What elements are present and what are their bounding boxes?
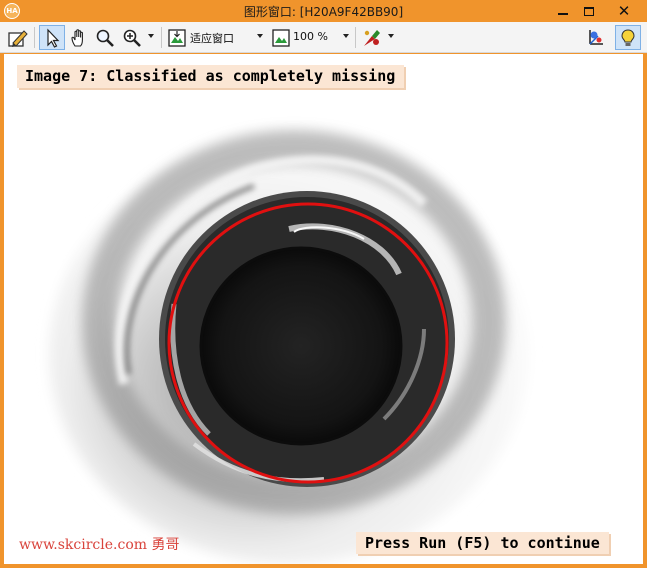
pointer-tool-button[interactable] — [39, 25, 65, 50]
maximize-icon — [584, 6, 594, 16]
toolbar: 适应窗口 100 % — [0, 22, 647, 53]
toolbar-separator — [355, 27, 356, 48]
axes-icon — [589, 29, 603, 45]
title-bar[interactable]: HA 图形窗口: [H20A9F42BB90] ✕ — [0, 0, 647, 22]
magnify-tool-button[interactable] — [93, 25, 117, 50]
minimize-icon — [558, 13, 568, 15]
paint-brush-icon — [364, 29, 380, 46]
cursor-arrow-icon — [47, 28, 60, 48]
zoom-percent-select[interactable]: 100 % — [293, 30, 328, 43]
bottle-image — [4, 54, 643, 564]
image-canvas[interactable]: Image 7: Classified as completely missin… — [4, 54, 643, 564]
graphics-window: HA 图形窗口: [H20A9F42BB90] ✕ 适应窗口 100 % Ima… — [0, 0, 647, 568]
close-button[interactable]: ✕ — [606, 0, 642, 22]
magnifier-icon — [96, 29, 114, 47]
toolbar-separator — [34, 27, 35, 48]
zoom-in-button[interactable] — [120, 25, 144, 50]
fit-window-icon — [168, 28, 186, 47]
zoom-percent-icon-button[interactable] — [270, 25, 292, 50]
maximize-button[interactable] — [574, 0, 604, 22]
edit-tool-button[interactable] — [6, 25, 30, 50]
fit-mode-select[interactable]: 适应窗口 — [190, 30, 234, 46]
toolbar-separator — [161, 27, 162, 48]
hand-icon — [71, 28, 83, 47]
classification-message: Image 7: Classified as completely missin… — [17, 65, 405, 88]
pan-tool-button[interactable] — [67, 25, 91, 50]
inspect-tool-button[interactable] — [615, 25, 641, 50]
zoom-in-icon — [123, 29, 141, 47]
draw-color-button[interactable] — [360, 25, 384, 50]
zoom-dropdown-arrow-icon[interactable] — [148, 34, 154, 38]
fit-window-icon-button[interactable] — [166, 25, 188, 50]
continue-prompt: Press Run (F5) to continue — [356, 532, 609, 554]
watermark-text: www.skcircle.com 勇哥 — [19, 537, 180, 553]
zoom-percent-dropdown-arrow-icon[interactable] — [343, 34, 349, 38]
draw-color-dropdown-arrow-icon[interactable] — [388, 34, 394, 38]
fit-mode-dropdown-arrow-icon[interactable] — [257, 34, 263, 38]
pencil-icon — [8, 29, 28, 47]
image-zoom-icon — [272, 28, 290, 47]
light-bulb-icon — [621, 28, 635, 46]
coordinate-tool-button[interactable] — [583, 25, 607, 50]
